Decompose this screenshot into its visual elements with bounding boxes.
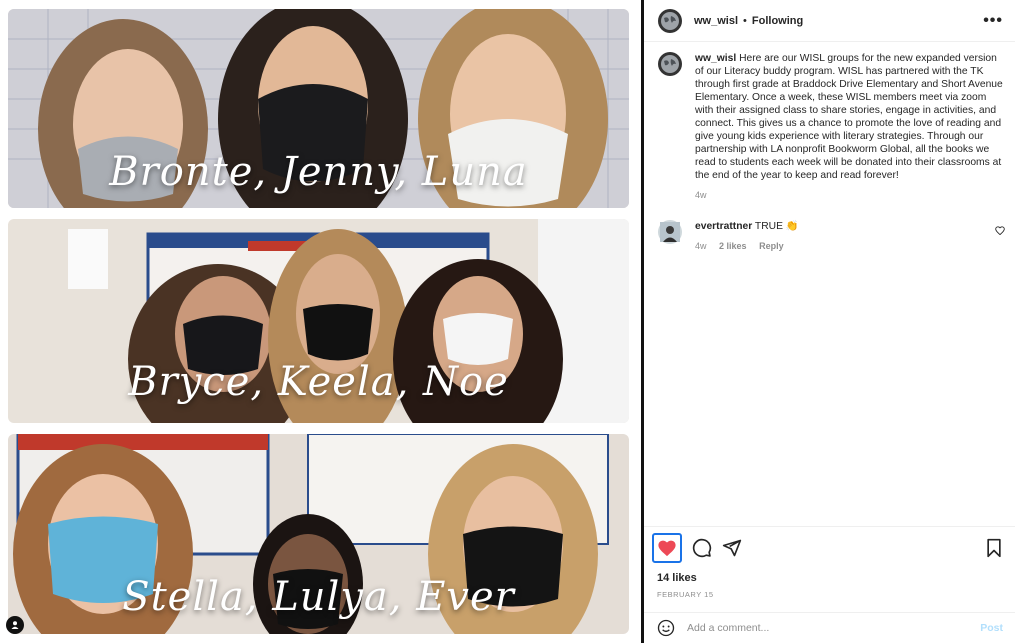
- globe-icon: [661, 11, 679, 30]
- like-button[interactable]: [652, 533, 682, 563]
- post-actions: 14 likes FEBRUARY 15: [644, 526, 1015, 599]
- share-button[interactable]: [722, 538, 742, 558]
- comment-button[interactable]: [692, 538, 712, 558]
- comment-meta: 4w 2 likes Reply: [695, 241, 995, 251]
- photo-panel-3: Stella, Lulya, Ever: [8, 434, 629, 634]
- comment-input[interactable]: [687, 622, 981, 634]
- comment-likes[interactable]: 2 likes: [719, 241, 747, 251]
- comment-bubble-icon: [692, 538, 712, 558]
- comments-section[interactable]: ww_wisl Here are our WISL groups for the…: [644, 52, 1015, 522]
- add-comment-bar: Post: [644, 612, 1015, 643]
- photo-3-caption: Stella, Lulya, Ever: [122, 574, 515, 620]
- caption-body: Here are our WISL groups for the new exp…: [695, 53, 1003, 181]
- user-tag-icon[interactable]: [6, 616, 24, 634]
- post-date[interactable]: FEBRUARY 15: [657, 590, 1003, 599]
- comment-like-icon[interactable]: [995, 220, 1005, 251]
- post-header: ww_wisl • Following •••: [644, 0, 1015, 42]
- comment-body: TRUE 👏: [754, 221, 799, 232]
- comment-username[interactable]: evertrattner: [695, 221, 752, 232]
- likes-count[interactable]: 14 likes: [657, 572, 1003, 584]
- globe-icon: [661, 55, 679, 73]
- bookmark-icon: [987, 538, 1001, 558]
- caption-username[interactable]: ww_wisl: [695, 53, 736, 64]
- following-button[interactable]: Following: [752, 15, 803, 27]
- photo-panel-1: Bronte, Jenny, Luna: [8, 9, 629, 208]
- comment-age[interactable]: 4w: [695, 241, 707, 251]
- post-media[interactable]: Bronte, Jenny, Luna Bryce, Keela, Noe St…: [0, 0, 641, 643]
- header-username[interactable]: ww_wisl: [694, 15, 738, 27]
- profile-avatar[interactable]: [658, 8, 682, 33]
- comment-text: evertrattner TRUE 👏: [695, 220, 995, 233]
- caption-row: ww_wisl Here are our WISL groups for the…: [658, 52, 1005, 200]
- caption-text: ww_wisl Here are our WISL groups for the…: [695, 52, 1005, 182]
- heart-filled-icon: [658, 540, 676, 557]
- caption-meta: 4w: [695, 190, 1005, 200]
- post-sidebar: ww_wisl • Following ••• ww_wisl Here are…: [644, 0, 1015, 643]
- emoji-icon[interactable]: [657, 619, 675, 637]
- caption-age[interactable]: 4w: [695, 190, 707, 200]
- commenter-avatar[interactable]: [658, 220, 682, 244]
- photo-panel-2: Bryce, Keela, Noe: [8, 219, 629, 423]
- action-icons: [652, 532, 1003, 564]
- comment-row: evertrattner TRUE 👏 4w 2 likes Reply: [658, 220, 1005, 251]
- photo-1-caption: Bronte, Jenny, Luna: [109, 149, 528, 195]
- caption-avatar[interactable]: [658, 52, 682, 76]
- header-separator: •: [743, 14, 747, 27]
- more-options-icon[interactable]: •••: [983, 12, 1003, 30]
- paper-plane-icon: [722, 539, 742, 557]
- photo-2-caption: Bryce, Keela, Noe: [128, 359, 509, 405]
- profile-photo-icon: [660, 222, 680, 242]
- save-button[interactable]: [985, 538, 1003, 558]
- reply-button[interactable]: Reply: [759, 241, 784, 251]
- post-button[interactable]: Post: [980, 622, 1003, 634]
